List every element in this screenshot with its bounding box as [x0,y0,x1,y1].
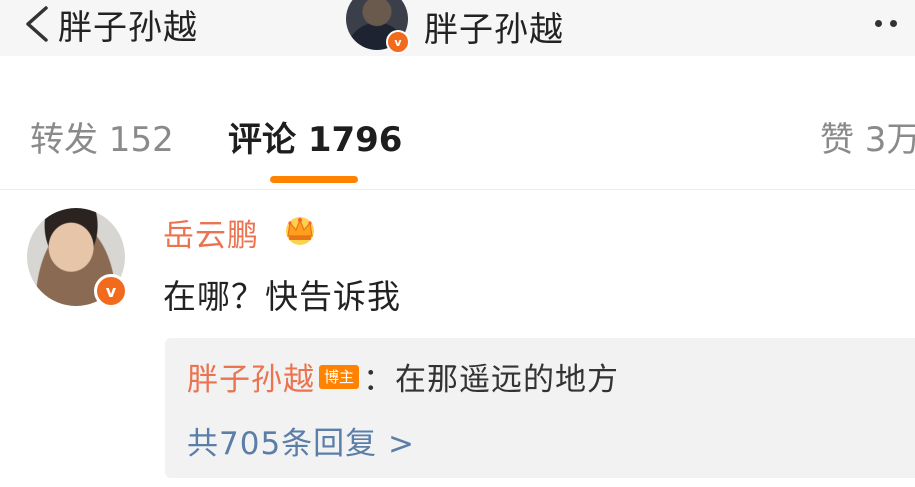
reply-text: ：在那遥远的地方 [363,362,620,398]
more-dots-icon [890,19,897,27]
chevron-left-icon [26,6,48,42]
tab-like[interactable]: 赞 3万 [820,112,915,161]
crown-icon [286,217,314,245]
weibo-comment-page: 胖子孙越 v 胖子孙越 转发 152 评论 1796 赞 3万 v 岳云鹏 在哪… [0,0,915,487]
more-options-button[interactable] [875,8,915,38]
back-button[interactable]: 胖子孙越 [20,0,198,48]
header-title[interactable]: 胖子孙越 [424,2,564,51]
reply-author[interactable]: 胖子孙越 [187,354,315,399]
blogger-badge: 博主 [319,364,360,389]
back-label: 胖子孙越 [58,7,198,48]
commenter-name[interactable]: 岳云鹏 [163,210,259,255]
active-tab-indicator [270,176,358,183]
verified-badge-icon: v [94,274,128,308]
tab-comment[interactable]: 评论 1796 [228,112,402,161]
more-dots-icon [875,19,882,27]
comment-text: 在哪？快告诉我 [163,277,401,316]
comment-item: v 岳云鹏 在哪？快告诉我 胖子孙越 博主 ：在那遥远的地方 共705条回复 > [0,192,915,487]
reply-line: 胖子孙越 博主 ：在那遥远的地方 [187,354,619,399]
post-stats-tabs: 转发 152 评论 1796 赞 3万 [0,90,915,190]
view-all-replies-link[interactable]: 共705条回复 > [187,418,415,463]
verified-badge-icon: v [386,30,410,54]
top-navbar: 胖子孙越 v 胖子孙越 [0,0,915,56]
reply-preview-box[interactable]: 胖子孙越 博主 ：在那遥远的地方 共705条回复 > [165,338,915,478]
tab-repost[interactable]: 转发 152 [30,112,174,161]
